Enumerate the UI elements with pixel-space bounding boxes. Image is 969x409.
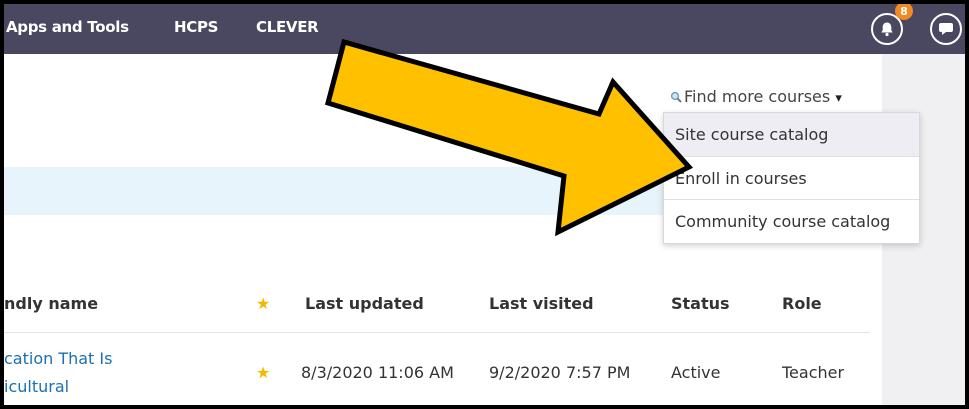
magnifier-icon	[670, 91, 682, 103]
nav-clever[interactable]: CLEVER	[256, 18, 319, 36]
notification-count-badge: 8	[895, 4, 913, 20]
column-header-last-updated[interactable]: Last updated	[305, 294, 424, 313]
page: Apps and Tools HCPS CLEVER 8 Find more c…	[4, 4, 965, 405]
chevron-down-icon: ▾	[835, 91, 842, 106]
cell-last-updated: 8/3/2020 11:06 AM	[301, 363, 454, 382]
column-header-last-visited[interactable]: Last visited	[489, 294, 594, 313]
chat-bubble-icon	[939, 23, 953, 35]
find-more-courses-label: Find more courses	[684, 87, 831, 106]
menu-item-enroll-in-courses[interactable]: Enroll in courses	[664, 156, 919, 199]
column-header-friendly-name[interactable]: ndly name	[4, 294, 98, 313]
cell-last-visited: 9/2/2020 7:57 PM	[489, 363, 631, 382]
column-header-favorite-star-icon[interactable]: ★	[256, 294, 270, 313]
messages-button[interactable]	[930, 13, 962, 45]
bell-icon	[881, 22, 893, 37]
column-header-role[interactable]: Role	[782, 294, 822, 313]
column-header-status[interactable]: Status	[671, 294, 730, 313]
favorite-star-icon[interactable]: ★	[256, 363, 270, 382]
find-more-courses-button[interactable]: Find more courses ▾	[670, 87, 842, 106]
find-more-courses-menu: Site course catalog Enroll in courses Co…	[663, 112, 920, 244]
top-navigation-bar: Apps and Tools HCPS CLEVER 8	[4, 4, 965, 54]
course-name-link-line2[interactable]: icultural	[4, 377, 69, 396]
course-name-link-line1[interactable]: cation That Is	[4, 349, 112, 368]
table-row-divider	[4, 332, 870, 333]
nav-apps-and-tools[interactable]: Apps and Tools	[6, 18, 129, 36]
cell-role: Teacher	[782, 363, 845, 382]
menu-item-site-course-catalog[interactable]: Site course catalog	[664, 113, 919, 156]
nav-hcps[interactable]: HCPS	[174, 18, 218, 36]
menu-item-community-course-catalog[interactable]: Community course catalog	[664, 199, 919, 242]
cell-status: Active	[671, 363, 721, 382]
